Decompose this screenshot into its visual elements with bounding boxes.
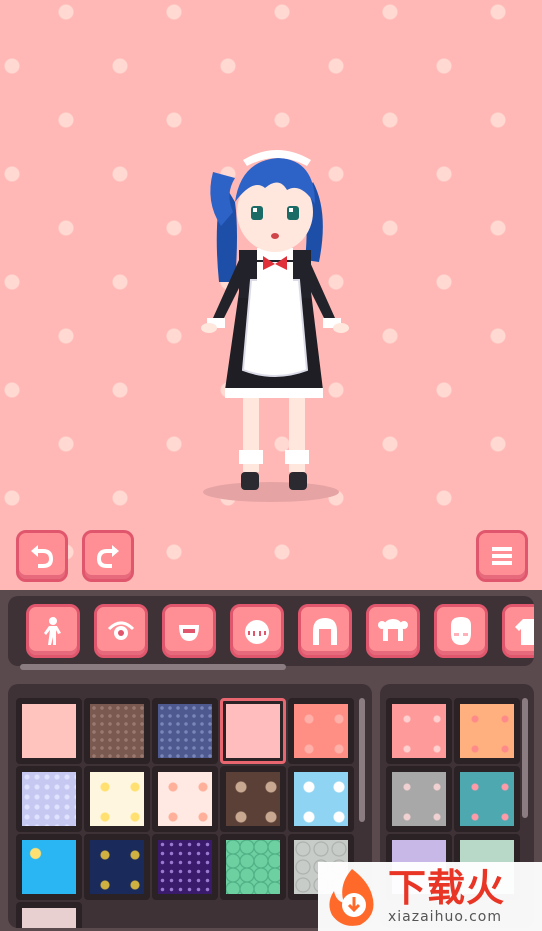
category-bangs-button[interactable] [230,604,284,658]
category-body-button[interactable] [26,604,80,658]
watermark-url: xiazaihuo.com [388,908,502,925]
watermark-title: 下载火 [388,865,506,910]
eye-icon [107,621,135,640]
flame-logo-icon [329,868,374,926]
pattern-tile[interactable] [84,834,150,900]
category-face-button[interactable] [434,604,488,658]
category-eyes-button[interactable] [94,604,148,658]
pattern-tile[interactable] [16,834,82,900]
pattern-tile[interactable] [288,766,354,832]
pattern-scrollbar[interactable] [359,698,365,822]
category-scrollbar[interactable] [20,664,286,670]
color-tile[interactable] [386,766,452,832]
mouth-icon [179,625,199,641]
color-tile[interactable] [454,766,520,832]
pattern-tile[interactable] [152,766,218,832]
color-tile[interactable] [386,698,452,764]
redo-button[interactable] [82,530,134,582]
watermark: 下载火 xiazaihuo.com [318,862,542,931]
category-long-hair-button[interactable] [298,604,352,658]
pattern-tile[interactable] [220,834,286,900]
pattern-tile[interactable] [84,698,150,764]
menu-hamburger-icon [492,547,512,565]
color-tile[interactable] [454,698,520,764]
color-scrollbar[interactable] [522,698,528,818]
outfit-icon [515,619,534,645]
pattern-tile-selected[interactable] [220,698,286,764]
body-pose-icon [44,617,61,645]
redo-arrow-icon [96,545,119,568]
category-twin-hair-button[interactable] [366,604,420,658]
twin-hair-icon [378,619,408,641]
character-stage [0,0,542,590]
pattern-tile[interactable] [152,834,218,900]
pattern-tile[interactable] [152,698,218,764]
face-blush-icon [451,617,471,645]
pattern-tile[interactable] [16,766,82,832]
pattern-tile[interactable] [288,698,354,764]
pattern-tile[interactable] [220,766,286,832]
category-toolbar [0,590,542,680]
long-hair-icon [313,618,337,645]
undo-button[interactable] [16,530,68,582]
character-maid [201,150,349,502]
bangs-hair-icon [245,620,269,644]
pattern-tile[interactable] [16,698,82,764]
category-mouth-button[interactable] [162,604,216,658]
category-outfit-button[interactable] [502,604,534,658]
menu-button[interactable] [476,530,528,582]
undo-arrow-icon [31,545,54,568]
pattern-tile[interactable] [16,902,82,928]
pattern-tile[interactable] [84,766,150,832]
category-strip [8,596,534,666]
